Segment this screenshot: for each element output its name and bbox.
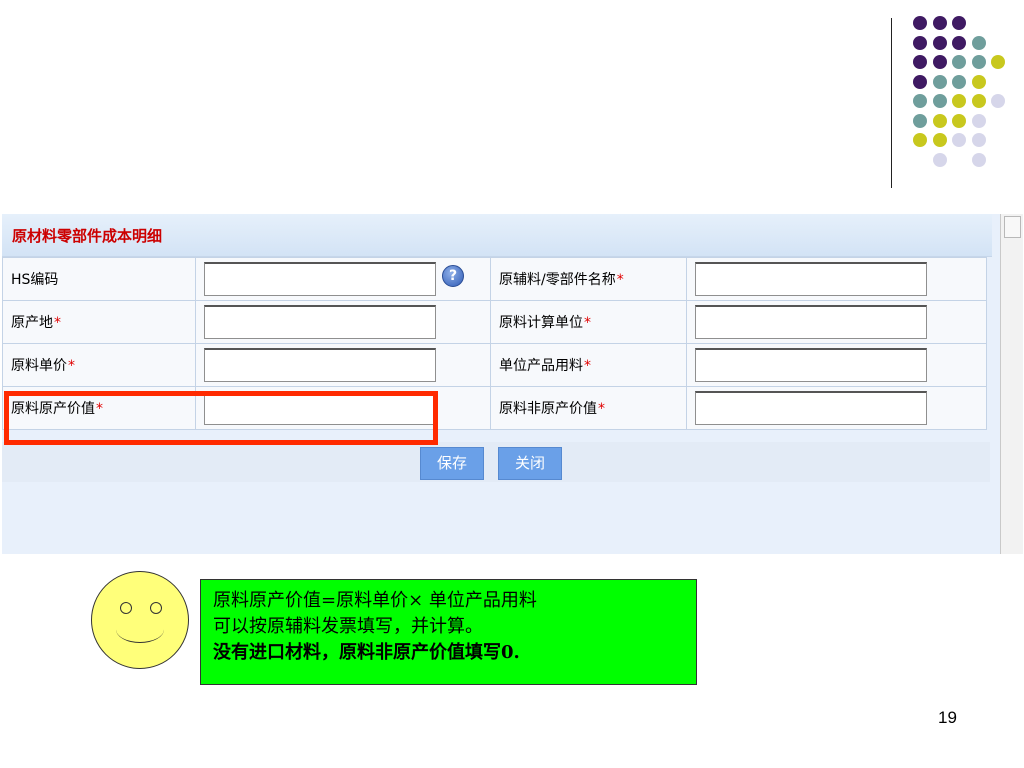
decorative-dot <box>971 133 986 147</box>
decorative-dot <box>932 113 947 128</box>
decorative-dot <box>952 133 966 147</box>
form-row: 原料单价* 单位产品用料* <box>2 343 987 387</box>
right-label-cell: 原料计算单位* <box>490 300 687 344</box>
decorative-dot <box>971 113 986 128</box>
note-line-3: 没有进口材料，原料非原产价值填写0. <box>213 642 520 663</box>
decorative-dot <box>971 55 986 69</box>
field-label: 原料计算单位 <box>499 315 583 331</box>
help-icon[interactable]: ? <box>442 265 464 287</box>
decorative-dot <box>932 152 947 167</box>
decorative-dot <box>932 55 947 69</box>
decorative-dot <box>952 35 966 50</box>
highlight-box <box>4 391 438 445</box>
right-input-field[interactable] <box>695 305 927 339</box>
right-label-cell: 原辅料/零部件名称* <box>490 257 687 301</box>
decorative-dot <box>913 16 927 30</box>
decorative-dot <box>952 74 966 89</box>
form-header: 原材料零部件成本明细 <box>2 214 992 257</box>
decorative-dot <box>913 94 927 108</box>
decorative-dot <box>913 133 927 147</box>
mouth <box>116 616 164 643</box>
close-button[interactable]: 关闭 <box>498 447 562 480</box>
left-label-cell: 原产地* <box>2 300 196 344</box>
left-label-cell: HS编码 <box>2 257 196 301</box>
left-input-field-cell <box>195 343 491 387</box>
decorative-dot <box>932 35 947 50</box>
decorative-dot <box>932 74 947 89</box>
right-input-field-cell <box>686 257 987 301</box>
right-input-field[interactable] <box>695 348 927 382</box>
save-button[interactable]: 保存 <box>420 447 484 480</box>
field-label: HS编码 <box>11 272 59 288</box>
required-asterisk: * <box>68 358 75 374</box>
right-input-field-cell <box>686 300 987 344</box>
required-asterisk: * <box>54 315 61 331</box>
note-line-1: 原料原产价值=原料单价× 单位产品用料 <box>213 590 537 611</box>
required-asterisk: * <box>584 358 591 374</box>
field-label: 原料非原产价值 <box>499 401 597 417</box>
button-bar: 保存 关闭 <box>2 442 990 482</box>
left-label-cell: 原料单价* <box>2 343 196 387</box>
decorative-dot <box>913 113 927 128</box>
decorative-dot <box>952 55 966 69</box>
decorative-dot <box>952 113 966 128</box>
required-asterisk: * <box>616 272 624 288</box>
decorative-dot <box>971 35 986 50</box>
decorative-dot <box>932 16 947 30</box>
note-line-2: 可以按原辅料发票填写，并计算。 <box>213 616 483 637</box>
left-input-field[interactable] <box>204 262 436 296</box>
form-title: 原材料零部件成本明细 <box>12 227 163 245</box>
form-row: 原产地* 原料计算单位* <box>2 300 987 344</box>
field-label: 原料单价 <box>11 358 67 374</box>
right-label-cell: 单位产品用料* <box>490 343 687 387</box>
decorative-dot <box>952 16 966 30</box>
decorative-dot <box>991 94 1005 108</box>
decorative-dot <box>932 133 947 147</box>
divider-line <box>891 18 892 188</box>
left-eye <box>120 602 132 614</box>
decorative-dot <box>932 94 947 108</box>
right-input-field[interactable] <box>695 262 927 296</box>
field-label: 单位产品用料 <box>499 358 583 374</box>
decorative-dot <box>913 74 927 89</box>
left-input-field-cell: ? <box>195 257 491 301</box>
left-input-field[interactable] <box>204 348 436 382</box>
smiley-face-icon <box>91 571 189 669</box>
decorative-dot <box>971 74 986 89</box>
decorative-dot <box>971 94 986 108</box>
page-number: 19 <box>938 708 957 727</box>
decorative-dot <box>913 35 927 50</box>
left-input-field-cell <box>195 300 491 344</box>
right-eye <box>150 602 162 614</box>
right-label-cell: 原料非原产价值* <box>490 386 687 430</box>
decorative-dot <box>971 152 986 167</box>
decorative-dot <box>952 94 966 108</box>
field-label: 原辅料/零部件名称 <box>499 272 616 288</box>
decorative-dot <box>991 55 1005 69</box>
explanation-note: 原料原产价值=原料单价× 单位产品用料 可以按原辅料发票填写，并计算。 没有进口… <box>200 579 697 685</box>
form-row: HS编码? 原辅料/零部件名称* <box>2 257 987 301</box>
required-asterisk: * <box>598 401 605 417</box>
scroll-up-arrow[interactable] <box>1004 216 1021 238</box>
right-input-field-cell <box>686 343 987 387</box>
decorative-dot <box>913 55 927 69</box>
right-input-field[interactable] <box>695 391 927 425</box>
field-label: 原产地 <box>11 315 53 331</box>
left-input-field[interactable] <box>204 305 436 339</box>
required-asterisk: * <box>584 315 591 331</box>
vertical-scrollbar[interactable] <box>1000 214 1023 554</box>
right-input-field-cell <box>686 386 987 430</box>
